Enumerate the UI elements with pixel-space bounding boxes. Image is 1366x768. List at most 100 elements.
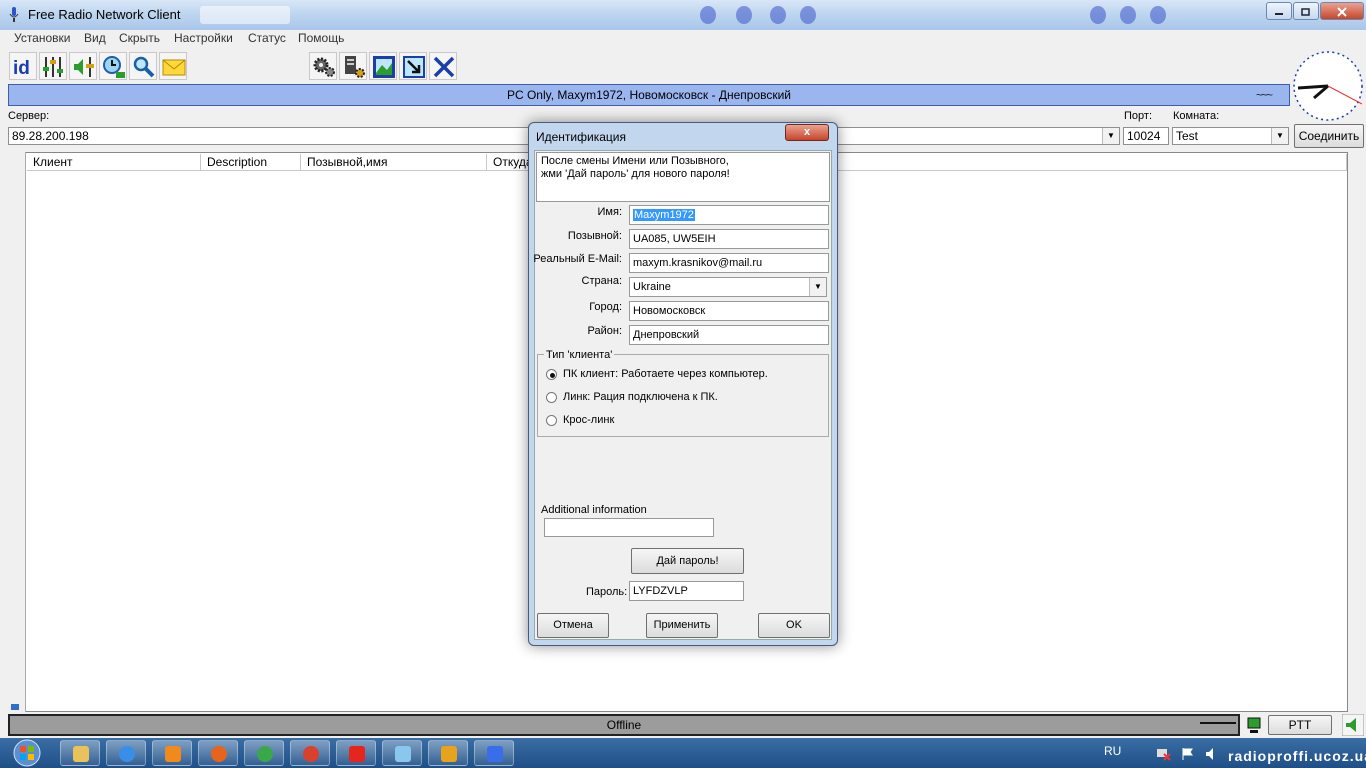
give-password-button[interactable]: Дай пароль! [631,548,744,574]
identification-button[interactable]: id [9,52,37,80]
window-resize-button[interactable] [399,52,427,80]
server-value: 89.28.200.198 [12,129,89,143]
email-label: Реальный E-Mail: [533,253,622,265]
taskbar-firefox[interactable] [198,740,238,766]
cancel-button[interactable]: Отмена [537,613,609,638]
mail-button[interactable] [159,52,187,80]
menu-help[interactable]: Помощь [298,31,344,45]
titlebar-decoration [200,6,290,24]
list-gutter [8,152,26,712]
radio-cross-link[interactable] [546,415,557,426]
menu-settings-setup[interactable]: Установки [14,31,70,45]
menu-hide[interactable]: Скрыть [119,31,160,45]
speaker-icon[interactable] [1342,714,1364,736]
monitor-icon[interactable] [1246,716,1262,734]
note-line: жми 'Дай пароль' для нового пароля! [541,168,730,180]
close-icon: x [803,126,811,138]
taskbar-messenger[interactable] [244,740,284,766]
outlook-icon [441,746,457,762]
menu-preferences[interactable]: Настройки [174,31,233,45]
server-gear-icon [345,56,365,78]
menu-status[interactable]: Статус [248,31,286,45]
country-value: Ukraine [633,281,671,293]
titlebar-decoration [700,6,716,24]
settings-button[interactable] [309,52,337,80]
maximize-button[interactable] [1293,2,1319,20]
city-input[interactable]: Новомосковск [629,301,829,321]
search-button[interactable] [129,52,157,80]
chevron-down-icon[interactable]: ▼ [809,278,826,296]
server-settings-button[interactable] [339,52,367,80]
app-mic-icon [9,7,19,22]
chevron-down-icon[interactable]: ▼ [1271,128,1288,144]
folder-icon [73,746,89,762]
search-icon [133,56,155,78]
room-label: Комната: [1173,110,1220,122]
radio-label-cross-link[interactable]: Крос-линк [563,414,614,426]
callsign-input[interactable]: UA085, UW5EIH [629,229,829,249]
volume-icon[interactable] [1204,746,1220,762]
close-icon [1337,7,1347,17]
ptt-button[interactable]: PTT [1268,715,1332,735]
analog-clock [1293,51,1363,121]
radio-label-pc-client[interactable]: ПК клиент: Работаете через компьютер. [563,368,768,380]
volume-button[interactable] [69,52,97,80]
clock-icon [103,56,125,78]
signal-wave: ~~~ [1255,88,1273,102]
taskbar-yandex[interactable] [336,740,376,766]
taskbar-app[interactable] [382,740,422,766]
name-input[interactable]: Maxym1972 [629,205,829,225]
language-indicator[interactable]: RU [1104,744,1121,758]
password-input[interactable]: LYFDZVLP [629,581,744,601]
mixer-button[interactable] [39,52,67,80]
district-input[interactable]: Днепровский [629,325,829,345]
mixer-icon [43,57,63,77]
additional-info-input[interactable] [544,518,714,537]
taskbar-media-player[interactable] [152,740,192,766]
country-select[interactable]: Ukraine ▼ [629,277,827,297]
room-value: Test [1176,129,1199,143]
envelope-icon [162,59,186,76]
taskbar-explorer[interactable] [60,740,100,766]
apply-button[interactable]: Применить [646,613,718,638]
ok-button[interactable]: OK [758,613,830,638]
minimize-button[interactable] [1266,2,1292,20]
picture-button[interactable] [369,52,397,80]
minimize-icon [1275,13,1283,15]
chrome-icon [303,746,319,762]
taskbar-chrome[interactable] [290,740,330,766]
dialog-title: Идентификация [536,130,626,144]
column-header-client[interactable]: Клиент [27,154,201,171]
email-input[interactable]: maxym.krasnikov@mail.ru [629,253,829,273]
password-label: Пароль: [586,586,628,598]
taskbar-radio-client[interactable] [474,740,514,766]
note-line: После смены Имени или Позывного, [541,155,729,167]
dialog-note: После смены Имени или Позывного, жми 'Да… [536,152,830,202]
arrow-diagonal-icon [403,56,425,78]
status-text: Offline [606,718,642,732]
port-input[interactable]: 10024 [1123,127,1169,145]
mic-icon [487,746,503,762]
radio-link[interactable] [546,392,557,403]
room-combobox[interactable]: Test ▼ [1172,127,1289,145]
timer-button[interactable] [99,52,127,80]
taskbar-outlook[interactable] [428,740,468,766]
flag-icon[interactable] [1180,746,1196,762]
connect-button[interactable]: Соединить [1294,124,1364,148]
taskbar-ie[interactable] [106,740,146,766]
titlebar-decoration [1120,6,1136,24]
close-button[interactable] [1320,2,1364,20]
picture-icon [373,56,395,78]
radio-pc-client[interactable] [546,369,557,380]
column-header-description[interactable]: Description [201,154,301,171]
menu-view[interactable]: Вид [84,31,106,45]
network-warning-icon[interactable] [1156,746,1172,762]
chevron-down-icon[interactable]: ▼ [1102,128,1119,144]
radio-label-link[interactable]: Линк: Рация подключена к ПК. [563,391,718,403]
dialog-close-button[interactable]: x [785,124,829,141]
firefox-icon [211,746,227,762]
column-header-callsign[interactable]: Позывной,имя [301,154,487,171]
exit-button[interactable] [429,52,457,80]
port-label: Порт: [1124,110,1152,122]
start-button[interactable] [4,738,50,768]
